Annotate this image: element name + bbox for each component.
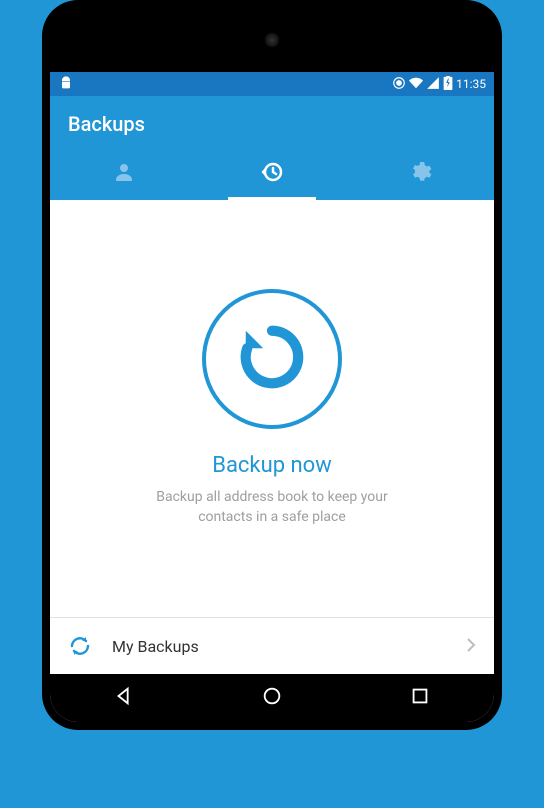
app-bar: Backups <box>50 96 494 148</box>
tab-contacts[interactable] <box>50 148 198 200</box>
nav-home-button[interactable] <box>261 685 283 711</box>
phone-frame: 11:35 Backups <box>42 0 502 730</box>
nav-recent-button[interactable] <box>409 685 431 711</box>
target-icon <box>392 76 406 93</box>
sync-icon <box>68 634 92 658</box>
status-right: 11:35 <box>392 76 486 93</box>
tab-backups[interactable] <box>198 148 346 200</box>
status-bar: 11:35 <box>50 72 494 96</box>
page-title: Backups <box>68 112 476 136</box>
backup-now-button[interactable] <box>202 289 342 429</box>
wifi-icon <box>409 76 423 93</box>
hero-subtitle: Backup all address book to keep your con… <box>132 488 412 527</box>
gear-icon <box>408 160 432 188</box>
person-icon <box>112 160 136 188</box>
my-backups-row[interactable]: My Backups <box>50 617 494 674</box>
tab-settings[interactable] <box>346 148 494 200</box>
android-nav-bar <box>50 674 494 722</box>
hero-title: Backup now <box>212 453 332 478</box>
history-icon <box>260 160 284 188</box>
battery-charging-icon <box>443 76 453 93</box>
status-left <box>58 75 74 94</box>
android-robot-icon <box>58 75 74 94</box>
signal-icon <box>426 76 440 93</box>
main-content: Backup now Backup all address book to ke… <box>50 200 494 674</box>
status-time: 11:35 <box>456 77 486 91</box>
chevron-right-icon <box>466 636 476 657</box>
hero: Backup now Backup all address book to ke… <box>50 200 494 617</box>
nav-back-button[interactable] <box>113 685 135 711</box>
restore-icon <box>237 322 307 396</box>
phone-speaker-area <box>50 8 494 72</box>
phone-inner: 11:35 Backups <box>50 8 494 722</box>
phone-speaker <box>265 33 279 47</box>
screen: 11:35 Backups <box>50 72 494 722</box>
tab-bar <box>50 148 494 200</box>
my-backups-label: My Backups <box>112 637 466 656</box>
